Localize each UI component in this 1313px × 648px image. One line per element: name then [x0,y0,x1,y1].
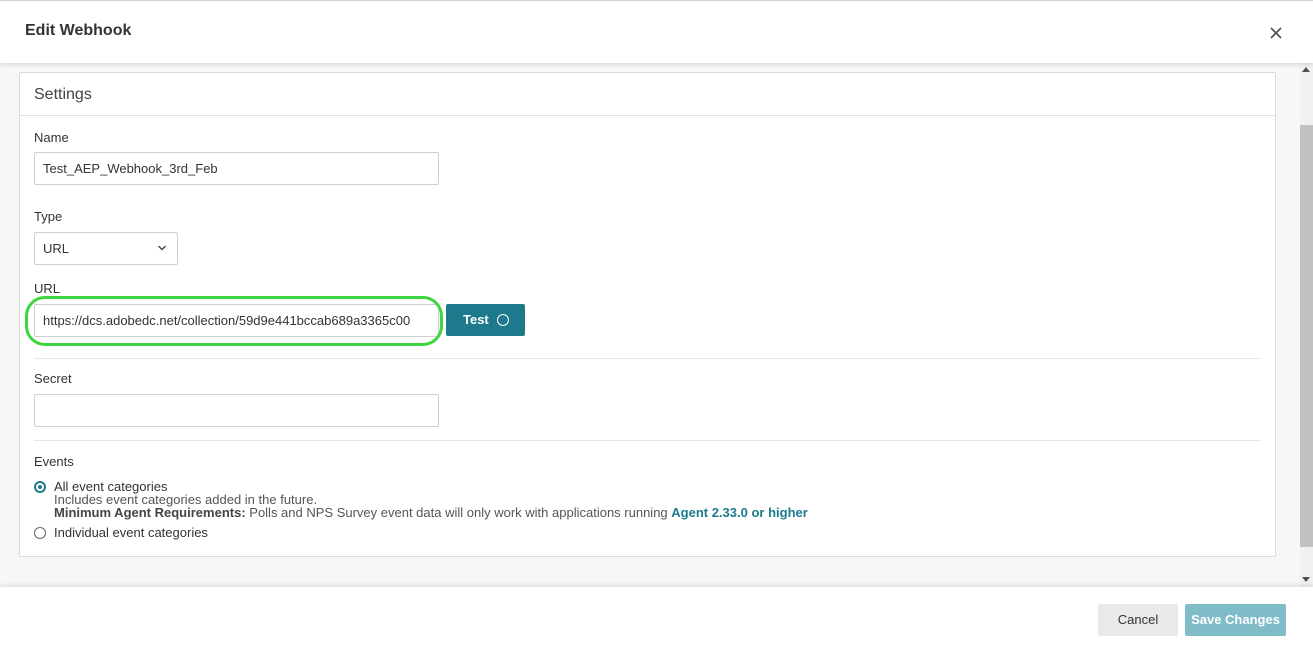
save-changes-button[interactable]: Save Changes [1185,604,1286,636]
modal-header: Edit Webhook [0,1,1313,63]
url-label: URL [34,281,61,296]
modal-title: Edit Webhook [25,22,132,39]
agent-version-link[interactable]: Agent 2.33.0 or higher [671,505,808,520]
requirement-label: Minimum Agent Requirements: [54,505,246,520]
divider [34,358,1261,359]
type-select-value: URL [43,241,70,256]
scrollbar[interactable] [1300,63,1313,587]
type-label: Type [34,209,63,224]
requirement-text: Polls and NPS Survey event data will onl… [245,505,672,520]
individual-event-categories-label[interactable]: Individual event categories [54,526,208,539]
divider [34,440,1261,441]
name-input[interactable]: Test_AEP_Webhook_3rd_Feb [34,152,439,185]
settings-header: Settings [20,73,1275,116]
url-input[interactable]: https://dcs.adobedc.net/collection/59d9e… [34,304,439,337]
agent-requirement-note: Minimum Agent Requirements: Polls and NP… [54,506,808,519]
test-button-label: Test [463,312,489,327]
test-button[interactable]: Test [446,304,525,336]
close-icon [1270,27,1282,39]
events-label: Events [34,454,74,469]
chevron-down-icon [158,245,166,251]
spinner-icon [497,314,509,326]
modal-body: Settings Name Test_AEP_Webhook_3rd_Feb T… [0,63,1300,587]
settings-title: Settings [34,86,92,103]
scroll-thumb[interactable] [1300,125,1313,547]
edit-webhook-modal: Edit Webhook Settings Name Test_AEP_Webh… [0,0,1313,648]
settings-panel: Settings Name Test_AEP_Webhook_3rd_Feb T… [19,72,1276,557]
scroll-down-icon[interactable] [1302,577,1310,582]
secret-input[interactable] [34,394,439,427]
close-button[interactable] [1264,21,1288,45]
radio-individual-event-categories[interactable] [34,527,46,539]
radio-all-event-categories[interactable] [34,481,46,493]
name-label: Name [34,130,69,145]
secret-label: Secret [34,371,72,386]
scroll-up-icon[interactable] [1302,67,1310,72]
cancel-button[interactable]: Cancel [1098,604,1178,636]
modal-footer: Cancel Save Changes [0,587,1313,648]
type-select[interactable]: URL [34,232,178,265]
